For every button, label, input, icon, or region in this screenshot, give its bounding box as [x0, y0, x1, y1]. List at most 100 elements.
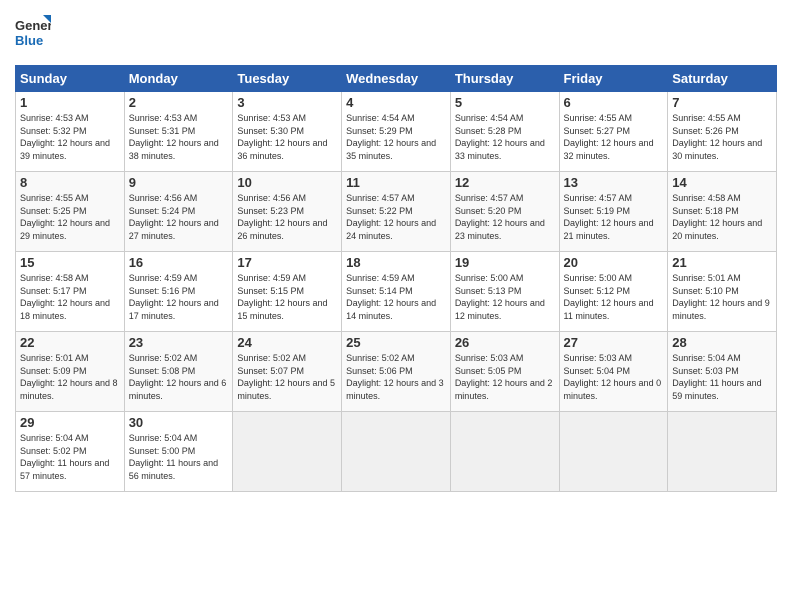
header: General Blue — [15, 15, 777, 55]
header-tuesday: Tuesday — [233, 66, 342, 92]
day-number: 5 — [455, 95, 555, 110]
day-number: 2 — [129, 95, 229, 110]
calendar-cell: 25 Sunrise: 5:02 AMSunset: 5:06 PMDayligh… — [342, 332, 451, 412]
day-number: 22 — [20, 335, 120, 350]
header-sunday: Sunday — [16, 66, 125, 92]
calendar-cell — [559, 412, 668, 492]
header-thursday: Thursday — [450, 66, 559, 92]
day-number: 21 — [672, 255, 772, 270]
calendar-cell: 17 Sunrise: 4:59 AMSunset: 5:15 PMDayligh… — [233, 252, 342, 332]
calendar-cell: 21 Sunrise: 5:01 AMSunset: 5:10 PMDayligh… — [668, 252, 777, 332]
day-number: 19 — [455, 255, 555, 270]
day-info: Sunrise: 5:02 AMSunset: 5:08 PMDaylight:… — [129, 352, 229, 402]
calendar-cell: 4Sunrise: 4:54 AMSunset: 5:29 PMDaylight… — [342, 92, 451, 172]
day-info: Sunrise: 5:03 AMSunset: 5:05 PMDaylight:… — [455, 352, 555, 402]
day-number: 8 — [20, 175, 120, 190]
calendar-cell: 9 Sunrise: 4:56 AMSunset: 5:24 PMDaylight… — [124, 172, 233, 252]
header-wednesday: Wednesday — [342, 66, 451, 92]
day-info: Sunrise: 4:53 AMSunset: 5:31 PMDaylight:… — [129, 112, 229, 162]
day-info: Sunrise: 4:54 AMSunset: 5:29 PMDaylight:… — [346, 112, 446, 162]
week-row-2: 15 Sunrise: 4:58 AMSunset: 5:17 PMDayligh… — [16, 252, 777, 332]
day-number: 11 — [346, 175, 446, 190]
calendar-cell: 29 Sunrise: 5:04 AMSunset: 5:02 PMDayligh… — [16, 412, 125, 492]
calendar-cell — [668, 412, 777, 492]
calendar-cell: 15 Sunrise: 4:58 AMSunset: 5:17 PMDayligh… — [16, 252, 125, 332]
calendar-cell: 23 Sunrise: 5:02 AMSunset: 5:08 PMDayligh… — [124, 332, 233, 412]
day-number: 16 — [129, 255, 229, 270]
day-info: Sunrise: 4:57 AMSunset: 5:22 PMDaylight:… — [346, 192, 446, 242]
calendar-cell: 27Sunrise: 5:03 AMSunset: 5:04 PMDayligh… — [559, 332, 668, 412]
calendar-cell: 3Sunrise: 4:53 AMSunset: 5:30 PMDaylight… — [233, 92, 342, 172]
calendar-cell: 16 Sunrise: 4:59 AMSunset: 5:16 PMDayligh… — [124, 252, 233, 332]
day-info: Sunrise: 4:55 AMSunset: 5:27 PMDaylight:… — [564, 112, 664, 162]
calendar-cell — [450, 412, 559, 492]
header-friday: Friday — [559, 66, 668, 92]
calendar-cell: 13Sunrise: 4:57 AMSunset: 5:19 PMDayligh… — [559, 172, 668, 252]
day-info: Sunrise: 5:01 AMSunset: 5:10 PMDaylight:… — [672, 272, 772, 322]
calendar-header-row: SundayMondayTuesdayWednesdayThursdayFrid… — [16, 66, 777, 92]
day-number: 18 — [346, 255, 446, 270]
day-number: 23 — [129, 335, 229, 350]
day-info: Sunrise: 4:59 AMSunset: 5:15 PMDaylight:… — [237, 272, 337, 322]
day-info: Sunrise: 4:56 AMSunset: 5:24 PMDaylight:… — [129, 192, 229, 242]
day-number: 1 — [20, 95, 120, 110]
calendar-cell: 20Sunrise: 5:00 AMSunset: 5:12 PMDayligh… — [559, 252, 668, 332]
calendar-cell: 18 Sunrise: 4:59 AMSunset: 5:14 PMDayligh… — [342, 252, 451, 332]
day-info: Sunrise: 5:02 AMSunset: 5:06 PMDaylight:… — [346, 352, 446, 402]
calendar-cell: 12Sunrise: 4:57 AMSunset: 5:20 PMDayligh… — [450, 172, 559, 252]
calendar-cell: 2 Sunrise: 4:53 AMSunset: 5:31 PMDaylight… — [124, 92, 233, 172]
day-number: 9 — [129, 175, 229, 190]
day-number: 25 — [346, 335, 446, 350]
calendar-body: 1 Sunrise: 4:53 AMSunset: 5:32 PMDaylight… — [16, 92, 777, 492]
calendar-cell — [342, 412, 451, 492]
week-row-4: 29 Sunrise: 5:04 AMSunset: 5:02 PMDayligh… — [16, 412, 777, 492]
day-number: 24 — [237, 335, 337, 350]
header-monday: Monday — [124, 66, 233, 92]
day-info: Sunrise: 4:59 AMSunset: 5:14 PMDaylight:… — [346, 272, 446, 322]
day-number: 14 — [672, 175, 772, 190]
day-info: Sunrise: 4:53 AMSunset: 5:32 PMDaylight:… — [20, 112, 120, 162]
day-info: Sunrise: 4:57 AMSunset: 5:20 PMDaylight:… — [455, 192, 555, 242]
svg-text:General: General — [15, 18, 51, 33]
calendar-cell: 26Sunrise: 5:03 AMSunset: 5:05 PMDayligh… — [450, 332, 559, 412]
calendar-cell: 28 Sunrise: 5:04 AMSunset: 5:03 PMDayligh… — [668, 332, 777, 412]
calendar-cell: 11 Sunrise: 4:57 AMSunset: 5:22 PMDayligh… — [342, 172, 451, 252]
day-info: Sunrise: 5:00 AMSunset: 5:13 PMDaylight:… — [455, 272, 555, 322]
calendar-cell: 1 Sunrise: 4:53 AMSunset: 5:32 PMDaylight… — [16, 92, 125, 172]
day-info: Sunrise: 5:04 AMSunset: 5:03 PMDaylight:… — [672, 352, 772, 402]
calendar-table: SundayMondayTuesdayWednesdayThursdayFrid… — [15, 65, 777, 492]
calendar-cell: 19 Sunrise: 5:00 AMSunset: 5:13 PMDayligh… — [450, 252, 559, 332]
day-number: 10 — [237, 175, 337, 190]
logo: General Blue — [15, 15, 51, 55]
day-info: Sunrise: 5:01 AMSunset: 5:09 PMDaylight:… — [20, 352, 120, 402]
day-number: 28 — [672, 335, 772, 350]
calendar-cell: 5 Sunrise: 4:54 AMSunset: 5:28 PMDaylight… — [450, 92, 559, 172]
day-info: Sunrise: 5:04 AMSunset: 5:00 PMDaylight:… — [129, 432, 229, 482]
calendar-cell: 10Sunrise: 4:56 AMSunset: 5:23 PMDayligh… — [233, 172, 342, 252]
day-info: Sunrise: 5:04 AMSunset: 5:02 PMDaylight:… — [20, 432, 120, 482]
day-info: Sunrise: 4:55 AMSunset: 5:26 PMDaylight:… — [672, 112, 772, 162]
calendar-cell: 7 Sunrise: 4:55 AMSunset: 5:26 PMDaylight… — [668, 92, 777, 172]
day-info: Sunrise: 4:58 AMSunset: 5:17 PMDaylight:… — [20, 272, 120, 322]
logo-svg: General Blue — [15, 15, 51, 55]
week-row-1: 8 Sunrise: 4:55 AMSunset: 5:25 PMDaylight… — [16, 172, 777, 252]
calendar-cell: 30 Sunrise: 5:04 AMSunset: 5:00 PMDayligh… — [124, 412, 233, 492]
calendar-cell: 6 Sunrise: 4:55 AMSunset: 5:27 PMDaylight… — [559, 92, 668, 172]
day-info: Sunrise: 5:03 AMSunset: 5:04 PMDaylight:… — [564, 352, 664, 402]
day-info: Sunrise: 4:59 AMSunset: 5:16 PMDaylight:… — [129, 272, 229, 322]
day-number: 7 — [672, 95, 772, 110]
calendar-cell: 22 Sunrise: 5:01 AMSunset: 5:09 PMDayligh… — [16, 332, 125, 412]
day-info: Sunrise: 4:54 AMSunset: 5:28 PMDaylight:… — [455, 112, 555, 162]
page-container: General Blue SundayMondayTuesdayWednesda… — [0, 0, 792, 502]
calendar-cell: 24 Sunrise: 5:02 AMSunset: 5:07 PMDayligh… — [233, 332, 342, 412]
day-number: 29 — [20, 415, 120, 430]
day-number: 6 — [564, 95, 664, 110]
week-row-0: 1 Sunrise: 4:53 AMSunset: 5:32 PMDaylight… — [16, 92, 777, 172]
day-number: 15 — [20, 255, 120, 270]
day-info: Sunrise: 4:55 AMSunset: 5:25 PMDaylight:… — [20, 192, 120, 242]
day-number: 17 — [237, 255, 337, 270]
day-info: Sunrise: 5:02 AMSunset: 5:07 PMDaylight:… — [237, 352, 337, 402]
day-number: 13 — [564, 175, 664, 190]
day-number: 30 — [129, 415, 229, 430]
day-number: 20 — [564, 255, 664, 270]
